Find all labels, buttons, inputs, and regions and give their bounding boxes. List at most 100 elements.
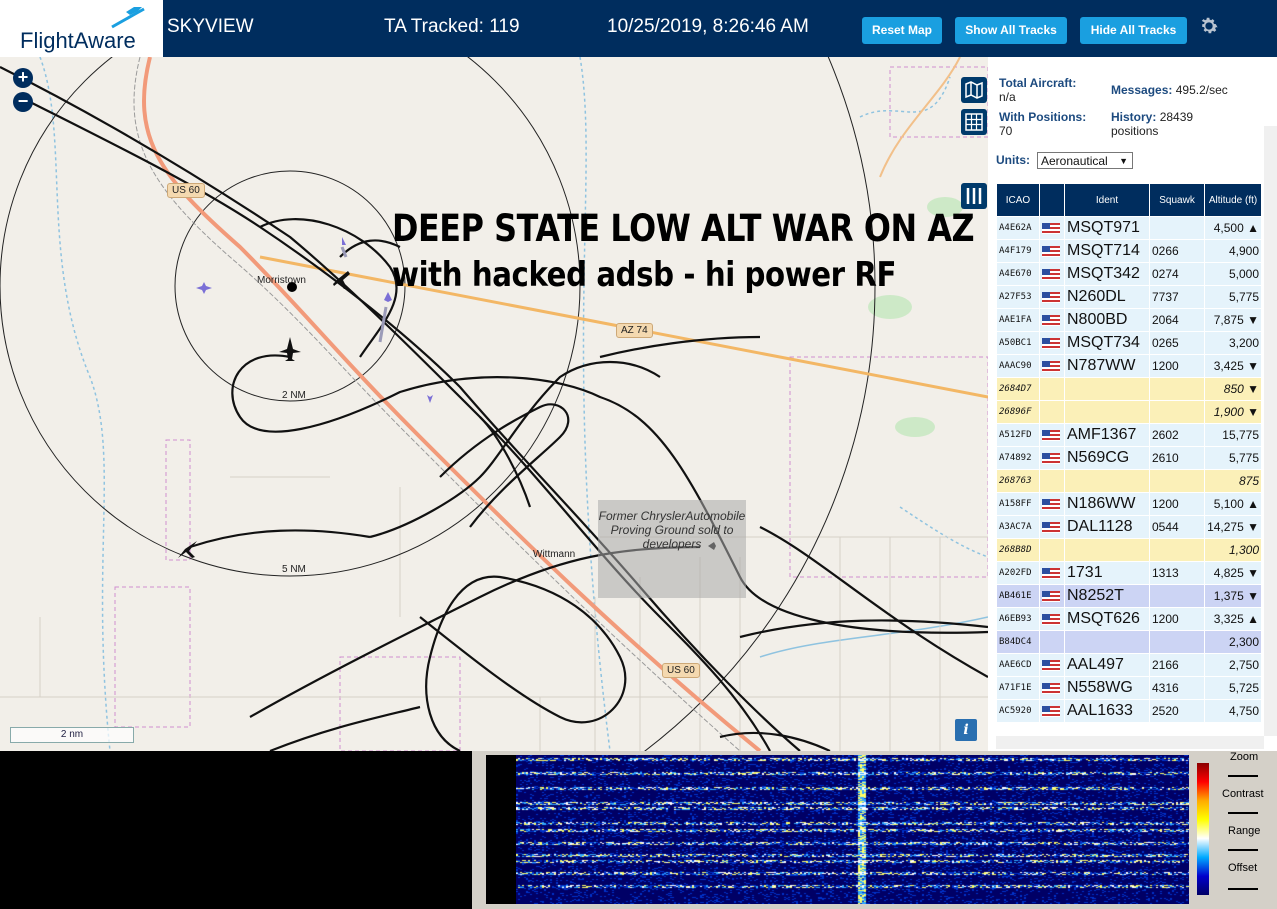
table-row[interactable]: A202FD 1731 1313 4,825 ▼ <box>997 562 1261 584</box>
cell-squawk <box>1150 217 1205 239</box>
cell-ident <box>1065 401 1149 423</box>
table-row[interactable]: AC5920 AAL1633 2520 4,750 <box>997 700 1261 722</box>
table-vertical-scrollbar[interactable] <box>1264 126 1277 736</box>
cell-flag <box>1040 677 1064 699</box>
messages-label: Messages: <box>1111 83 1173 97</box>
table-row[interactable]: A50BC1 MSQT734 0265 3,200 <box>997 332 1261 354</box>
aircraft-rows: A4E62A MSQT971 4,500 ▲ A4F179 MSQT714 0266 4,9… <box>997 217 1261 722</box>
cell-squawk: 0544 <box>1150 516 1205 538</box>
table-row[interactable]: A4E670 MSQT342 0274 5,000 <box>997 263 1261 285</box>
cell-flag <box>1040 516 1064 538</box>
hide-all-tracks-button[interactable]: Hide All Tracks <box>1080 17 1187 44</box>
units-select[interactable]: Aeronautical ▼ <box>1037 152 1133 169</box>
offset-slider[interactable] <box>1228 880 1258 890</box>
col-header-icao[interactable]: ICAO <box>997 184 1039 216</box>
cell-altitude: 4,900 <box>1205 240 1261 262</box>
aircraft-table-wrap: ICAO Ident Squawk Altitude (ft) A4E62A MS… <box>996 183 1261 723</box>
cell-flag <box>1040 654 1064 676</box>
us-flag-icon <box>1042 453 1060 465</box>
with-positions-value: 70 <box>999 124 1013 138</box>
reset-map-button[interactable]: Reset Map <box>862 17 942 44</box>
col-header-ident[interactable]: Ident <box>1065 184 1149 216</box>
overlay-caption-line2: with hacked adsb - hi power RF <box>392 255 897 295</box>
zoom-in-button[interactable]: + <box>13 68 33 88</box>
cell-flag <box>1040 447 1064 469</box>
range-slider[interactable] <box>1228 841 1258 851</box>
cell-icao: A202FD <box>997 562 1039 584</box>
cell-altitude: 1,300 <box>1205 539 1261 561</box>
cell-squawk <box>1150 378 1205 400</box>
cell-squawk: 4316 <box>1150 677 1205 699</box>
table-row[interactable]: A4E62A MSQT971 4,500 ▲ <box>997 217 1261 239</box>
cell-icao: A4E670 <box>997 263 1039 285</box>
col-header-flag[interactable] <box>1040 184 1064 216</box>
waterfall-canvas <box>516 755 1189 904</box>
spectrum-waterfall[interactable] <box>486 755 1189 904</box>
cell-altitude: 850 ▼ <box>1205 378 1261 400</box>
cell-ident: AAL1633 <box>1065 700 1149 722</box>
cell-flag <box>1040 424 1064 446</box>
table-row[interactable]: 268B8D 1,300 <box>997 539 1261 561</box>
zoom-out-button[interactable]: − <box>13 92 33 112</box>
cell-ident <box>1065 631 1149 653</box>
total-aircraft-stat: Total Aircraft: n/a <box>999 76 1076 104</box>
cell-squawk: 2602 <box>1150 424 1205 446</box>
range-label: Range <box>1228 825 1261 837</box>
cell-squawk: 0265 <box>1150 332 1205 354</box>
table-row[interactable]: B84DC4 2,300 <box>997 631 1261 653</box>
history-stat: History: 28439 positions <box>1111 110 1231 138</box>
us-flag-icon <box>1042 246 1060 258</box>
us-flag-icon <box>1042 269 1060 281</box>
table-row[interactable]: A158FF N186WW 1200 5,100 ▲ <box>997 493 1261 515</box>
us-flag-icon <box>1042 361 1060 373</box>
table-row[interactable]: AB461E N8252T 1,375 ▼ <box>997 585 1261 607</box>
table-row[interactable]: A512FD AMF1367 2602 15,775 <box>997 424 1261 446</box>
table-row[interactable]: A3AC7A DAL1128 0544 14,275 ▼ <box>997 516 1261 538</box>
grid-toggle-button[interactable] <box>961 109 987 135</box>
table-row[interactable]: A74892 N569CG 2610 5,775 <box>997 447 1261 469</box>
table-row[interactable]: 26896F 1,900 ▼ <box>997 401 1261 423</box>
col-header-altitude[interactable]: Altitude (ft) <box>1205 184 1261 216</box>
map-view[interactable]: + − US 60 AZ 74 US 60 Morristown Wittman… <box>0 57 988 751</box>
cell-squawk: 7737 <box>1150 286 1205 308</box>
table-horizontal-scrollbar[interactable] <box>996 736 1264 749</box>
table-row[interactable]: AAE1FA N800BD 2064 7,875 ▼ <box>997 309 1261 331</box>
info-button[interactable]: i <box>955 719 977 741</box>
offset-label: Offset <box>1228 862 1258 874</box>
cell-flag <box>1040 286 1064 308</box>
table-row[interactable]: AAE6CD AAL497 2166 2,750 <box>997 654 1261 676</box>
show-all-tracks-button[interactable]: Show All Tracks <box>955 17 1067 44</box>
table-row[interactable]: 2684D7 850 ▼ <box>997 378 1261 400</box>
cell-ident: N8252T <box>1065 585 1149 607</box>
contrast-slider[interactable] <box>1228 804 1258 814</box>
town-label-morristown: Morristown <box>257 275 306 286</box>
overlay-caption-line1: DEEP STATE LOW ALT WAR ON AZ <box>392 207 975 250</box>
total-aircraft-value: n/a <box>999 90 1016 104</box>
us-flag-icon <box>1042 660 1060 672</box>
columns-icon <box>966 188 982 204</box>
aircraft-panel: Total Aircraft: n/a Messages: 495.2/sec … <box>988 57 1277 751</box>
cell-squawk: 2610 <box>1150 447 1205 469</box>
cell-squawk <box>1150 401 1205 423</box>
table-row[interactable]: A71F1E N558WG 4316 5,725 <box>997 677 1261 699</box>
table-row[interactable]: 268763 875 <box>997 470 1261 492</box>
table-row[interactable]: A27F53 N260DL 7737 5,775 <box>997 286 1261 308</box>
cell-altitude: 1,375 ▼ <box>1205 585 1261 607</box>
table-row[interactable]: A4F179 MSQT714 0266 4,900 <box>997 240 1261 262</box>
cell-altitude: 5,775 <box>1205 286 1261 308</box>
grid-icon <box>965 113 983 131</box>
cell-flag <box>1040 217 1064 239</box>
flightaware-logo[interactable]: FlightAware <box>0 0 163 57</box>
map-layers-button[interactable] <box>961 77 987 103</box>
cell-ident: MSQT342 <box>1065 263 1149 285</box>
columns-toggle-button[interactable] <box>961 183 987 209</box>
messages-value: 495.2/sec <box>1175 83 1228 97</box>
col-header-squawk[interactable]: Squawk <box>1150 184 1205 216</box>
history-label: History: <box>1111 110 1157 124</box>
table-row[interactable]: A6EB93 MSQT626 1200 3,325 ▲ <box>997 608 1261 630</box>
zoom-slider[interactable] <box>1228 767 1258 777</box>
table-row[interactable]: AAAC90 N787WW 1200 3,425 ▼ <box>997 355 1261 377</box>
us-flag-icon <box>1042 683 1060 695</box>
chevron-down-icon: ▼ <box>1119 156 1128 166</box>
gear-icon[interactable] <box>1198 15 1220 37</box>
